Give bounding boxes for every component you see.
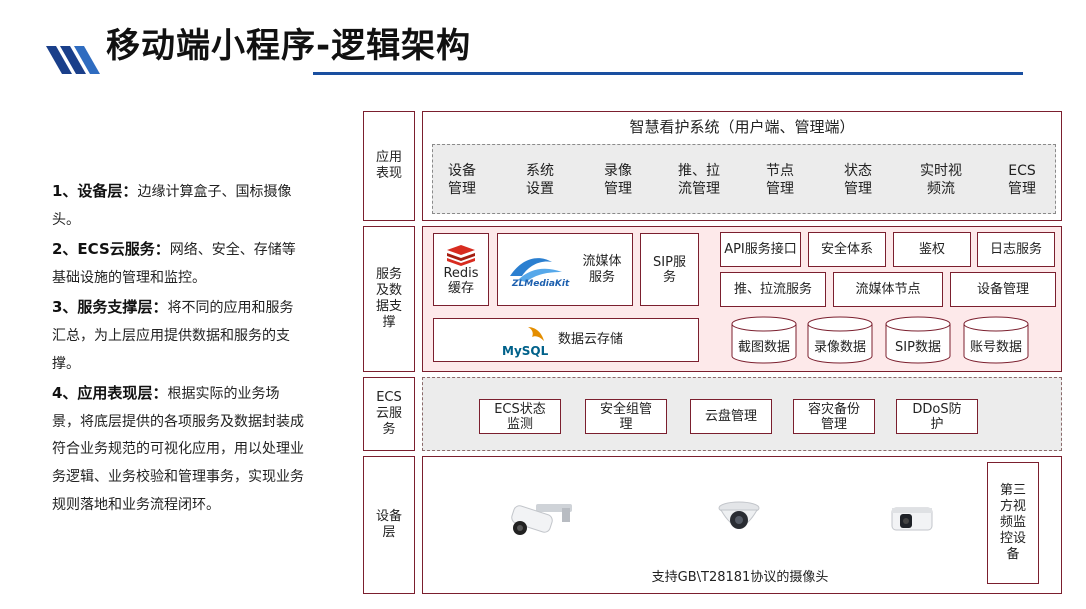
cloud-storage-label: 数据云存储 (558, 332, 624, 347)
disaster-recovery-box: 容灾备份管理 (793, 399, 875, 434)
sip-service-label: SIP服务 (653, 254, 686, 285)
mysql-logo-text: MySQL (502, 344, 549, 358)
security-box: 安全体系 (808, 232, 886, 267)
security-label: 安全体系 (820, 242, 873, 257)
layer-label-text: 应用表现 (375, 150, 402, 181)
auth-box: 鉴权 (893, 232, 971, 267)
layer-label-text: 设备层 (375, 509, 402, 540)
media-server-label: 流媒体服务 (582, 254, 622, 285)
log-box: 日志服务 (977, 232, 1055, 267)
ecs-item-label: 安全组管理 (599, 401, 652, 432)
cloud-storage-box: MySQL 数据云存储 (433, 318, 699, 362)
stream-node-label: 流媒体节点 (855, 282, 921, 297)
description-item: 1、设备层：边缘计算盒子、国标摄像头。 (52, 178, 307, 234)
module-status-mgmt: 状态管理 (834, 160, 882, 200)
page-title: 移动端小程序-逻辑架构 (106, 26, 472, 66)
device-mgmt-label: 设备管理 (976, 282, 1029, 297)
module-stream-mgmt: 推、拉流管理 (670, 160, 728, 200)
media-server-box: ZLMediaKit 流媒体服务 (497, 233, 633, 306)
description-list: 1、设备层：边缘计算盒子、国标摄像头。 2、ECS云服务：网络、安全、存储等基础… (52, 178, 307, 521)
ddos-box: DDoS防护 (896, 399, 978, 434)
dome-camera-icon (718, 501, 760, 529)
box-camera-icon (891, 507, 933, 531)
push-pull-label: 推、拉流服务 (733, 282, 812, 297)
data-sip-label: SIP数据 (895, 339, 941, 355)
description-head: 1、设备层： (52, 182, 138, 200)
module-node-mgmt: 节点管理 (756, 160, 804, 200)
security-group-box: 安全组管理 (585, 399, 667, 434)
api-box: API服务接口 (720, 232, 801, 267)
log-label: 日志服务 (989, 242, 1042, 257)
ecs-monitor-box: ECS状态监测 (479, 399, 561, 434)
layer-label-device: 设备层 (363, 456, 415, 594)
module-ecs-mgmt: ECS管理 (998, 160, 1046, 200)
module-label: 录像管理 (604, 163, 632, 197)
module-label: 系统设置 (526, 163, 554, 197)
device-mgmt-box: 设备管理 (950, 272, 1056, 307)
module-label: 节点管理 (766, 163, 794, 197)
redis-label: Redis缓存 (443, 265, 479, 296)
description-head: 2、ECS云服务： (52, 240, 170, 259)
description-item: 3、服务支撑层：将不同的应用和服务汇总，为上层应用提供数据和服务的支撑。 (52, 294, 307, 378)
module-recording-mgmt: 录像管理 (594, 160, 642, 200)
module-label: 实时视频流 (920, 163, 962, 197)
redis-icon (447, 244, 475, 266)
redis-box: Redis缓存 (433, 233, 489, 306)
system-title: 智慧看护系统（用户端、管理端） (629, 118, 855, 136)
module-realtime-video: 实时视频流 (912, 160, 970, 200)
mysql-logo-icon: MySQL (502, 327, 549, 358)
layer-label-app: 应用表现 (363, 111, 415, 221)
data-screenshot-label: 截图数据 (737, 339, 790, 355)
stream-node-box: 流媒体节点 (833, 272, 943, 307)
push-pull-box: 推、拉流服务 (720, 272, 826, 307)
ecs-item-label: 容灾备份管理 (807, 401, 860, 432)
title-underline (313, 72, 1023, 75)
layer-label-text: ECS云服务 (375, 390, 402, 437)
ecs-item-label: ECS状态监测 (494, 401, 546, 432)
auth-label: 鉴权 (918, 242, 945, 257)
module-device-mgmt: 设备管理 (438, 160, 486, 200)
ecs-item-label: 云盘管理 (704, 409, 757, 424)
cloud-disk-box: 云盘管理 (690, 399, 772, 434)
description-body: 根据实际的业务场景，将底层提供的各项服务及数据封装成符合业务规范的可视化应用，用… (52, 386, 304, 513)
module-system-settings: 系统设置 (516, 160, 564, 200)
data-recording-label: 录像数据 (813, 339, 866, 355)
api-label: API服务接口 (724, 242, 797, 257)
layer-label-ecs: ECS云服务 (363, 377, 415, 451)
module-label: 设备管理 (448, 163, 476, 197)
layer-label-service: 服务及数据支撑 (363, 226, 415, 372)
description-head: 3、服务支撑层： (52, 298, 168, 317)
camera-caption: 支持GB\T28181协议的摄像头 (651, 570, 829, 585)
zlmediakit-logo-text: ZLMediaKit (511, 279, 570, 288)
third-party-device-box: 第三方视频监控设备 (987, 462, 1039, 584)
data-account-label: 账号数据 (969, 339, 1022, 355)
description-item: 4、应用表现层：根据实际的业务场景，将底层提供的各项服务及数据封装成符合业务规范… (52, 380, 307, 519)
sip-service-box: SIP服务 (640, 233, 699, 306)
module-label: ECS管理 (1008, 163, 1036, 197)
description-head: 4、应用表现层： (52, 384, 168, 403)
third-party-label: 第三方视频监控设备 (999, 483, 1026, 562)
module-label: 状态管理 (844, 163, 872, 197)
zlmediakit-logo-icon: ZLMediaKit (510, 258, 570, 288)
brand-stripes-icon (46, 46, 100, 74)
module-label: 推、拉流管理 (678, 163, 720, 197)
description-item: 2、ECS云服务：网络、安全、存储等基础设施的管理和监控。 (52, 236, 307, 292)
bullet-camera-icon (511, 504, 572, 535)
layer-label-text: 服务及数据支撑 (375, 267, 402, 330)
ecs-item-label: DDoS防护 (912, 401, 962, 432)
